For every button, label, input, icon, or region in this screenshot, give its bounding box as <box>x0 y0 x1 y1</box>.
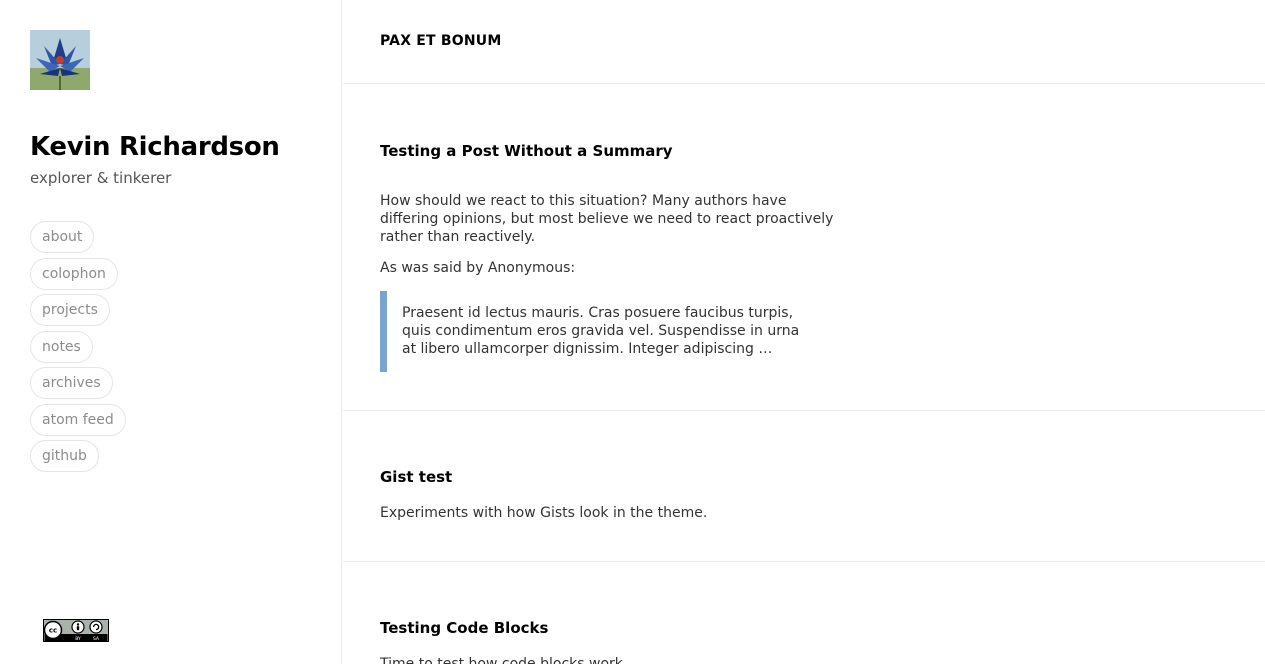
avatar[interactable] <box>30 30 90 90</box>
cc-by-sa-icon: cc BY SA <box>43 619 109 642</box>
cc-sa-label: SA <box>93 636 100 642</box>
post-item: Testing Code Blocks Time to test how cod… <box>343 562 1265 664</box>
nav-item-about[interactable]: about <box>30 221 95 253</box>
post-item: Gist test Experiments with how Gists loo… <box>343 411 1265 562</box>
cc-license-badge[interactable]: cc BY SA <box>43 619 109 642</box>
nav-item-archives[interactable]: archives <box>30 367 113 399</box>
main-content: PAX ET BONUM Testing a Post Without a Su… <box>343 0 1265 664</box>
page: Kevin Richardson explorer & tinkerer abo… <box>0 0 1265 664</box>
blog-name[interactable]: PAX ET BONUM <box>380 33 501 49</box>
post-title[interactable]: Testing a Post Without a Summary <box>380 142 673 160</box>
post-title[interactable]: Testing Code Blocks <box>380 619 548 637</box>
post-paragraph: How should we react to this situation? M… <box>380 193 834 245</box>
post-title[interactable]: Gist test <box>380 468 452 486</box>
post-paragraph: Time to test how code blocks work. <box>380 656 628 664</box>
lotus-avatar-image <box>30 30 90 90</box>
nav-item-atom-feed[interactable]: atom feed <box>30 403 126 436</box>
cc-by-label: BY <box>75 636 81 642</box>
nav-item-colophon[interactable]: colophon <box>30 257 118 290</box>
blockquote: Praesent id lectus mauris. Cras posuere … <box>380 291 800 372</box>
site-tagline: explorer & tinkerer <box>30 169 172 187</box>
post-paragraph: As was said by Anonymous: <box>380 260 576 276</box>
sidebar-nav: about colophon projects notes archives a… <box>30 221 126 477</box>
nav-item-notes[interactable]: notes <box>30 330 93 363</box>
sidebar: Kevin Richardson explorer & tinkerer abo… <box>0 0 342 664</box>
nav-item-projects[interactable]: projects <box>30 294 110 326</box>
main-header: PAX ET BONUM <box>343 0 1265 84</box>
post-item: Testing a Post Without a Summary How sho… <box>343 84 1265 411</box>
nav-item-github[interactable]: github <box>30 440 99 472</box>
post-paragraph: Experiments with how Gists look in the t… <box>380 505 708 521</box>
svg-text:cc: cc <box>49 627 57 635</box>
site-title[interactable]: Kevin Richardson <box>30 132 280 162</box>
